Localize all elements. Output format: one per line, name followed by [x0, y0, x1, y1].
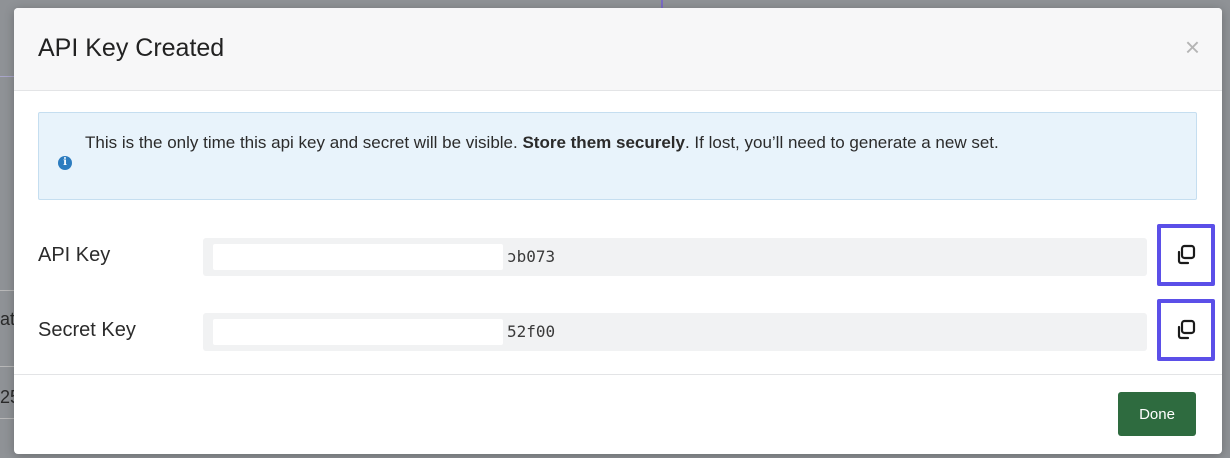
api-key-label: API Key [38, 244, 111, 266]
info-alert: i This is the only time this api key and… [38, 112, 1197, 200]
background-divider [0, 418, 14, 419]
background-partial-text: at [0, 309, 14, 329]
background-divider [0, 290, 14, 291]
alert-text-bold: Store them securely [522, 133, 685, 152]
background-divider [0, 76, 14, 77]
api-key-suffix: ɔb073 [507, 247, 556, 266]
api-key-row: API Key ɔb073 [38, 224, 1215, 286]
copy-icon [1177, 319, 1196, 340]
copy-api-key-button[interactable] [1157, 224, 1215, 286]
footer-divider [14, 374, 1222, 375]
secret-key-suffix: 52f00 [507, 322, 556, 341]
alert-message: This is the only time this api key and s… [85, 129, 1166, 157]
background-partial-text: 25 [0, 387, 14, 407]
api-key-modal: API Key Created × i This is the only tim… [14, 8, 1222, 454]
info-icon: i [58, 156, 72, 170]
done-button[interactable]: Done [1118, 392, 1196, 436]
secret-key-field[interactable]: 52f00 [203, 313, 1147, 351]
api-key-field[interactable]: ɔb073 [203, 238, 1147, 276]
redacted-mask [213, 244, 503, 270]
copy-secret-key-button[interactable] [1157, 299, 1215, 361]
alert-text-before: This is the only time this api key and s… [85, 133, 523, 152]
secret-key-label: Secret Key [38, 319, 136, 341]
copy-icon [1177, 244, 1196, 265]
alert-text-after: . If lost, you’ll need to generate a new… [684, 133, 999, 152]
background-divider [0, 366, 14, 367]
modal-header: API Key Created × [14, 8, 1222, 91]
close-icon[interactable]: × [1185, 34, 1200, 60]
secret-key-row: Secret Key 52f00 [38, 299, 1215, 361]
modal-title: API Key Created [38, 34, 225, 62]
redacted-mask [213, 319, 503, 345]
